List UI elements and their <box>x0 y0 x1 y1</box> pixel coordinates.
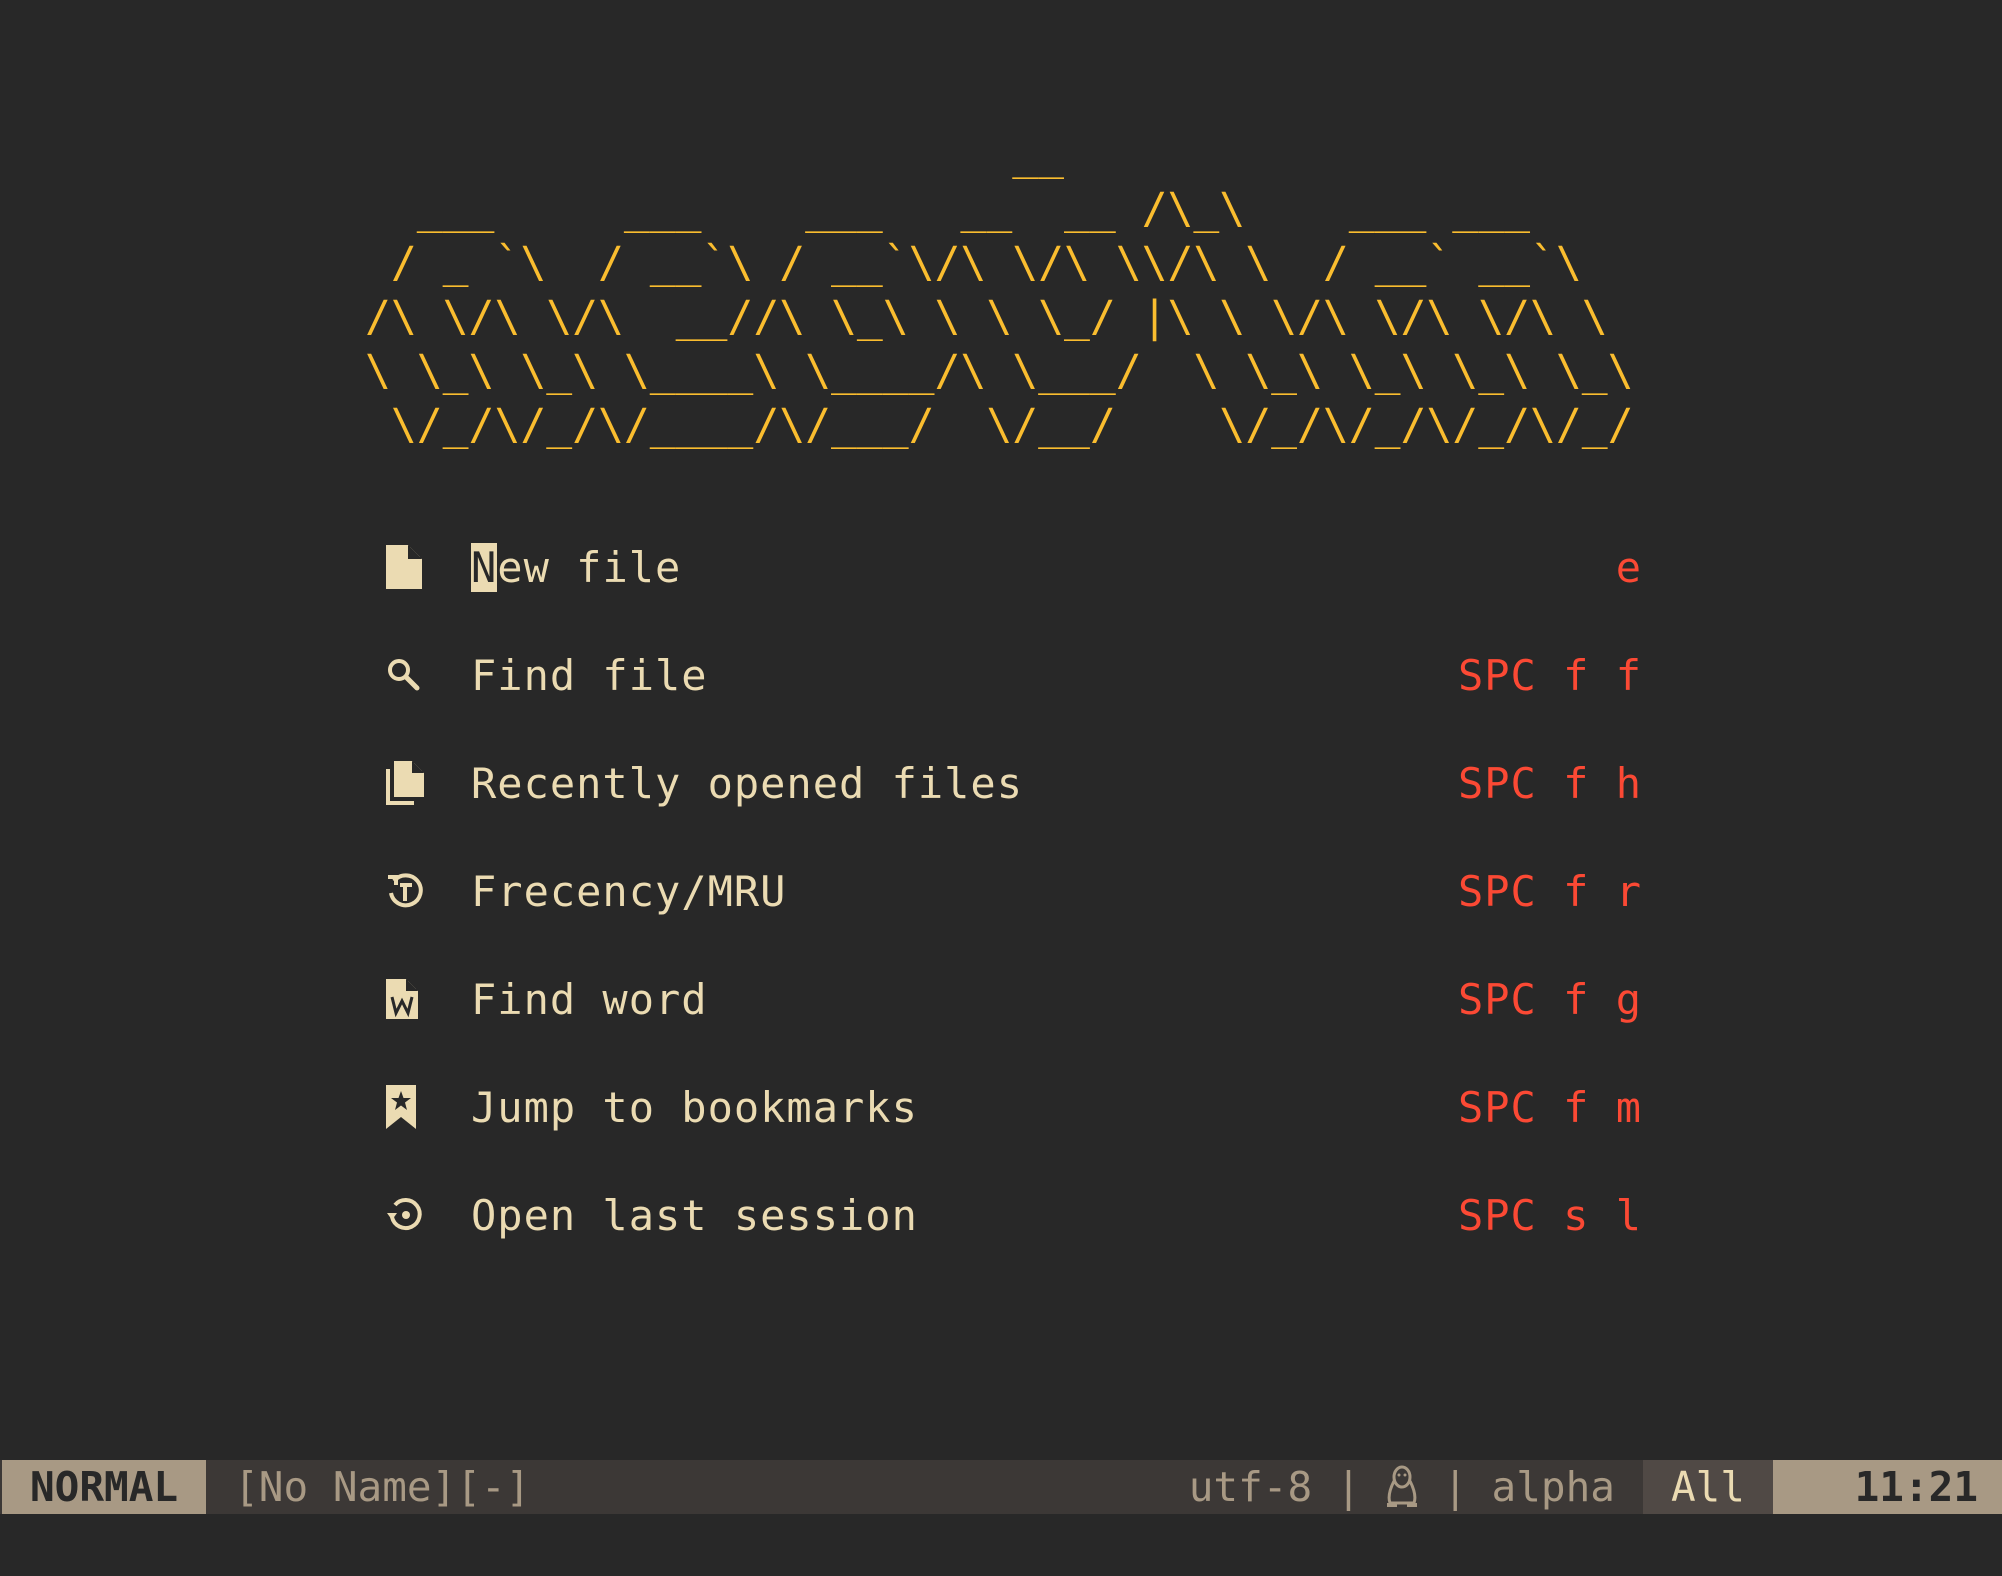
files-icon <box>386 761 426 805</box>
clock: 11:21 <box>1773 1460 2002 1514</box>
scroll-position: All <box>1642 1460 1773 1514</box>
menu-item-find-file[interactable]: Find file SPC f f <box>386 621 1642 729</box>
menu-item-last-session[interactable]: Open last session SPC s l <box>386 1161 1642 1269</box>
linux-icon <box>1385 1465 1419 1509</box>
menu-item-shortcut: SPC f r <box>1457 866 1642 916</box>
menu-item-frecency[interactable]: Frecency/MRU SPC f r <box>386 837 1642 945</box>
file-icon <box>386 545 426 589</box>
neovim-ascii-banner: __ ___ ___ ___ __ __ /\_\ ___ ___ / _ `\… <box>365 130 1634 450</box>
menu-item-recent-files[interactable]: Recently opened files SPC f h <box>386 729 1642 837</box>
menu-item-label: Recently opened files <box>471 758 1024 808</box>
statusline-separator: | <box>1336 1463 1361 1511</box>
history-icon <box>386 869 426 913</box>
menu-item-shortcut: SPC s l <box>1457 1190 1642 1240</box>
mode-indicator: NORMAL <box>2 1460 207 1514</box>
menu-item-shortcut: SPC f m <box>1457 1082 1642 1132</box>
dashboard-menu: New file e Find file SPC f f Recently op… <box>386 513 1642 1269</box>
menu-item-shortcut: e <box>1615 542 1642 592</box>
restore-icon <box>386 1193 426 1237</box>
statusline-separator: | <box>1442 1463 1468 1511</box>
menu-item-find-word[interactable]: Find word SPC f g <box>386 945 1642 1053</box>
menu-item-shortcut: SPC f g <box>1457 974 1642 1024</box>
menu-item-shortcut: SPC f h <box>1457 758 1642 808</box>
file-type: alpha <box>1491 1463 1615 1511</box>
bookmark-icon <box>386 1085 426 1129</box>
statusline: NORMAL [No Name][-] utf-8 | | alpha All … <box>0 1460 2002 1514</box>
menu-item-label: Find word <box>471 974 708 1024</box>
menu-item-label: Frecency/MRU <box>471 866 787 916</box>
menu-item-label: Find file <box>471 650 708 700</box>
menu-item-bookmarks[interactable]: Jump to bookmarks SPC f m <box>386 1053 1642 1161</box>
buffer-name: [No Name][-] <box>234 1463 531 1511</box>
text-cursor: N <box>471 542 498 592</box>
menu-item-label: Open last session <box>471 1190 918 1240</box>
search-icon <box>386 653 426 697</box>
menu-item-label: New file <box>471 542 682 592</box>
file-encoding: utf-8 <box>1188 1463 1313 1511</box>
menu-item-label: Jump to bookmarks <box>471 1082 918 1132</box>
file-word-icon <box>386 977 426 1021</box>
menu-item-shortcut: SPC f f <box>1457 650 1642 700</box>
menu-item-new-file[interactable]: New file e <box>386 513 1642 621</box>
